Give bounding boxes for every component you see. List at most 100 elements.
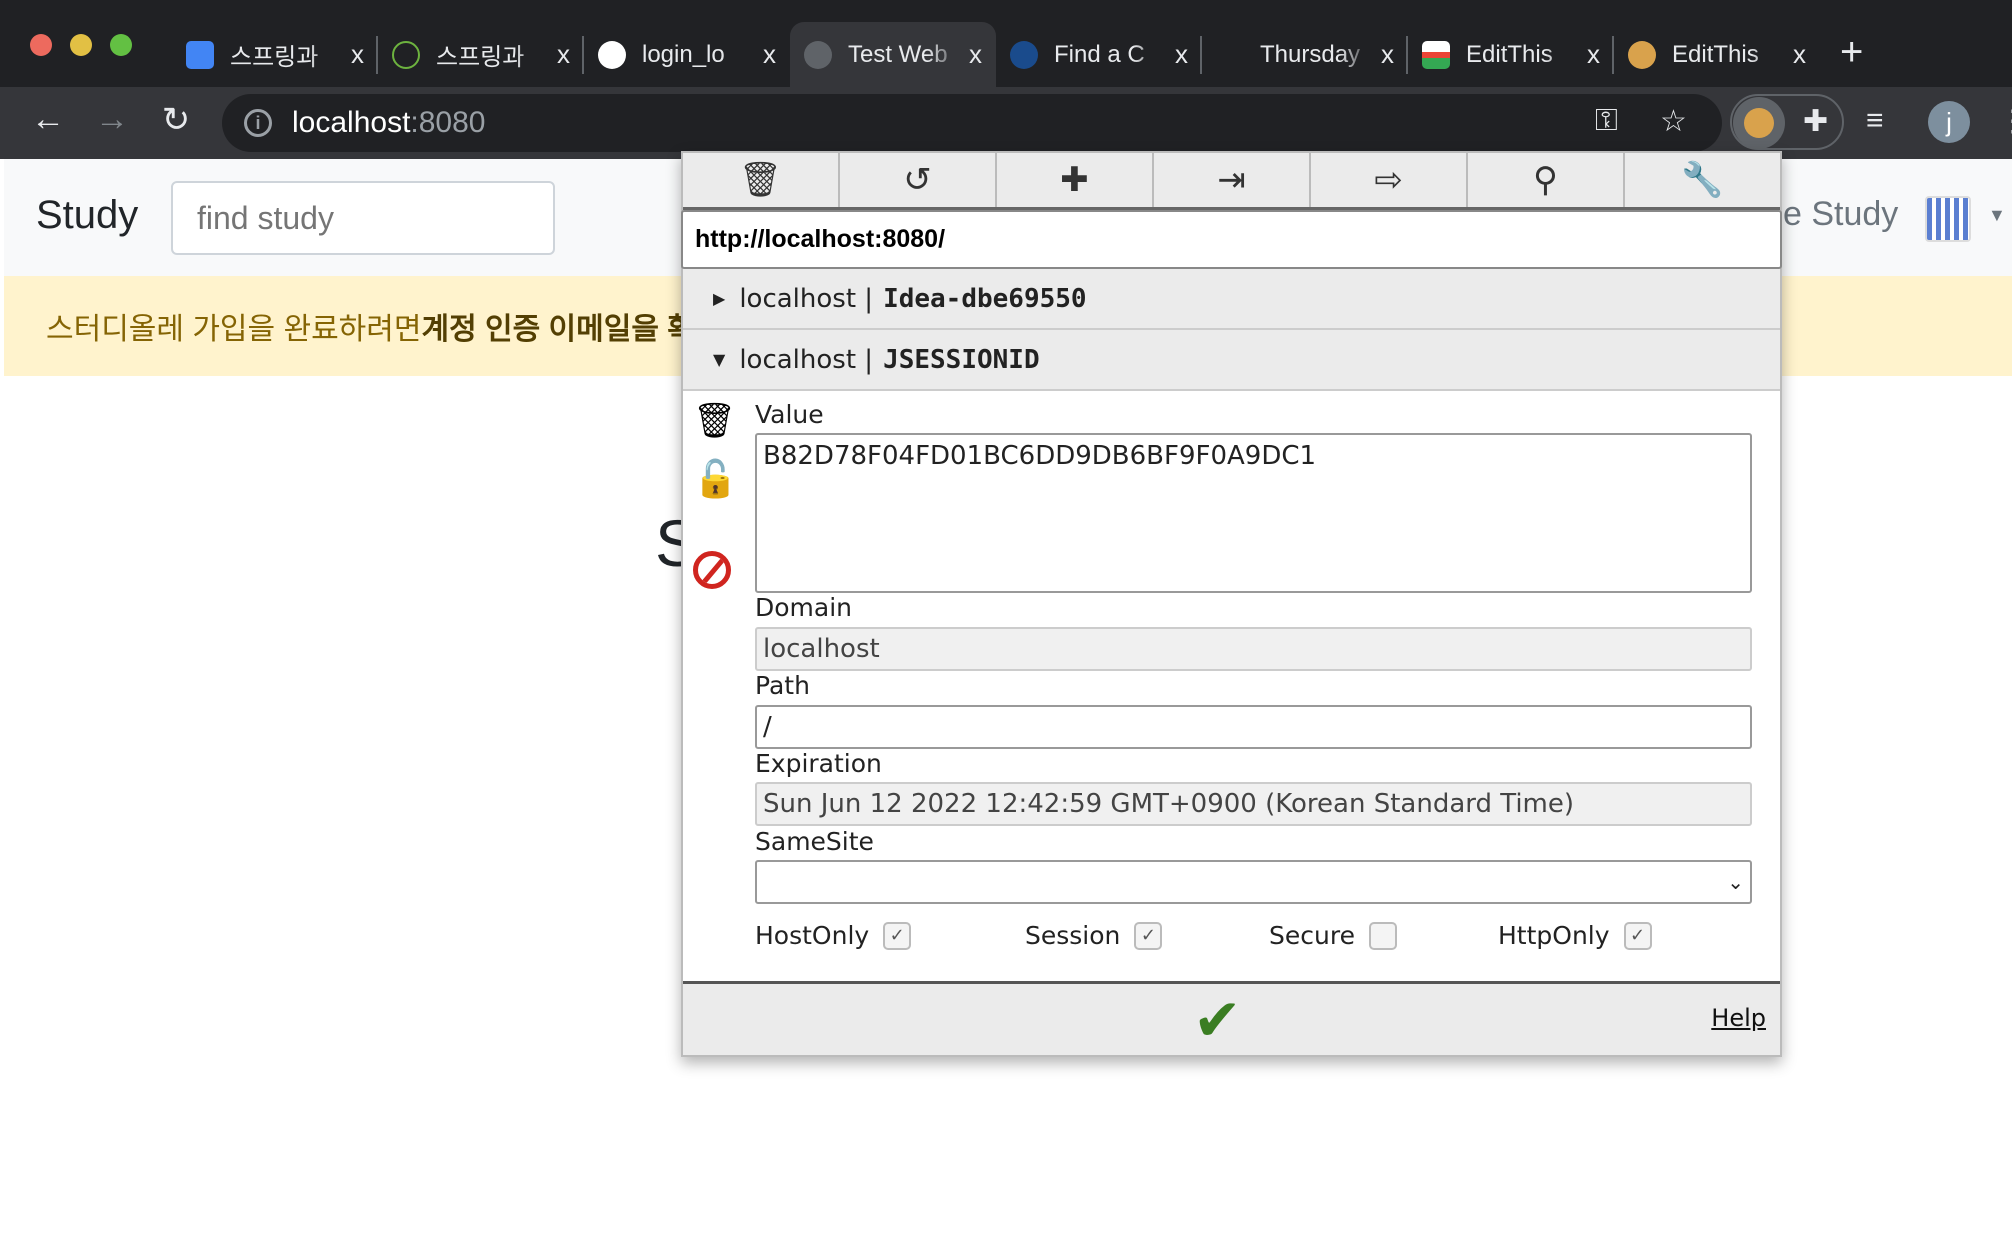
cookie-row[interactable]: ▼ localhost | JSESSIONID — [683, 330, 1780, 391]
nav-link-study[interactable]: e Study — [1783, 195, 1898, 234]
undo-icon: ↺ — [903, 160, 932, 200]
globe-icon — [804, 40, 832, 69]
popup-footer: ✔ Help — [683, 981, 1780, 1055]
address-host: localhost — [292, 106, 411, 139]
expiration-input[interactable]: Sun Jun 12 2022 12:42:59 GMT+0900 (Korea… — [755, 782, 1752, 826]
address-bar[interactable]: i localhost:8080 — [222, 94, 1722, 152]
secure-checkbox[interactable]: Secure — [1269, 921, 1397, 950]
tab-title: EditThis — [1672, 40, 1759, 68]
hostonly-checkbox[interactable]: HostOnly ✓ — [755, 921, 912, 950]
help-link[interactable]: Help — [1711, 1004, 1766, 1032]
tab-close-button[interactable]: x — [763, 39, 776, 70]
checkmark-icon[interactable]: ✓ — [1134, 921, 1163, 950]
value-label: Value — [755, 400, 824, 429]
tab-title: EditThis — [1466, 40, 1553, 68]
checkbox-label: HttpOnly — [1498, 921, 1610, 950]
empty-checkbox[interactable] — [1368, 921, 1397, 950]
bookmark-star-icon[interactable]: ☆ — [1660, 104, 1687, 139]
close-window-button[interactable] — [30, 34, 52, 56]
minimize-window-button[interactable] — [70, 34, 92, 56]
block-icon[interactable] — [693, 551, 731, 589]
user-avatar-icon[interactable] — [1925, 196, 1971, 242]
httponly-checkbox[interactable]: HttpOnly ✓ — [1498, 921, 1652, 950]
tab-close-button[interactable]: x — [1587, 39, 1600, 70]
expiration-label: Expiration — [755, 749, 882, 778]
tab-title: 스프링과 — [230, 44, 319, 71]
reload-button[interactable]: ↻ — [153, 100, 199, 140]
brand-link[interactable]: Study — [36, 193, 138, 238]
cookie-toolbar: 🗑 ↺ ✚ ⇥ ⇨ ⚲ 🔧 — [683, 153, 1780, 210]
reset-button[interactable]: ↺ — [840, 153, 997, 207]
tab-close-button[interactable]: x — [1175, 39, 1188, 70]
docs-icon — [186, 40, 214, 69]
menu-icon[interactable]: ⋮ — [1998, 104, 2012, 139]
checkmark-icon[interactable]: ✓ — [1623, 921, 1652, 950]
search-button[interactable]: ⚲ — [1468, 153, 1625, 207]
tab-close-button[interactable]: x — [1381, 39, 1394, 70]
url-field[interactable]: http://localhost:8080/ — [681, 210, 1782, 269]
checkmark-icon[interactable]: ✓ — [883, 921, 912, 950]
add-cookie-button[interactable]: ✚ — [997, 153, 1154, 207]
browser-tab[interactable]: Thursday x — [1202, 22, 1408, 87]
import-button[interactable]: ⇥ — [1154, 153, 1311, 207]
trash-icon: 🗑 — [738, 160, 783, 200]
browser-tab[interactable]: EditThis x — [1614, 22, 1820, 87]
maximize-window-button[interactable] — [110, 34, 132, 56]
chrome-store-icon — [1422, 40, 1450, 69]
sign-in-icon: ⇥ — [1217, 160, 1246, 200]
options-button[interactable]: 🔧 — [1625, 153, 1780, 207]
browser-tab[interactable]: Find a C x — [996, 22, 1202, 87]
tab-close-button[interactable]: x — [969, 39, 982, 70]
cookie-name: JSESSIONID — [883, 344, 1040, 375]
profile-avatar[interactable]: j — [1928, 101, 1970, 143]
browser-tab[interactable]: login_lo x — [584, 22, 790, 87]
cookie-extension-button[interactable] — [1733, 97, 1785, 149]
tab-close-button[interactable]: x — [1793, 39, 1806, 70]
alert-emphasis: 계정 인증 이메일을 확 — [421, 313, 695, 346]
wrench-icon: 🔧 — [1681, 160, 1724, 200]
browser-tab[interactable]: 스프링과 x — [378, 22, 584, 87]
github-icon — [598, 40, 626, 69]
spring-icon — [392, 40, 420, 69]
checkbox-label: Session — [1025, 921, 1121, 950]
browser-tab[interactable]: EditThis x — [1408, 22, 1614, 87]
key-icon[interactable]: ⚿ — [1595, 104, 1618, 138]
search-input[interactable] — [171, 181, 555, 255]
sign-out-icon: ⇨ — [1374, 160, 1403, 200]
cookie-name: Idea-dbe69550 — [883, 283, 1087, 314]
samesite-select[interactable]: ⌄ — [755, 860, 1752, 904]
new-tab-button[interactable]: + — [1840, 30, 1863, 75]
forward-button[interactable]: → — [89, 100, 135, 139]
cookie-row[interactable]: ▶ localhost | Idea-dbe69550 — [683, 269, 1780, 330]
delete-cookie-icon[interactable]: 🗑 — [693, 401, 736, 441]
path-input[interactable]: / — [755, 705, 1752, 749]
search-icon: ⚲ — [1533, 160, 1558, 200]
toastmasters-icon — [1010, 40, 1038, 69]
tab-close-button[interactable]: x — [351, 39, 364, 70]
save-checkmark-icon[interactable]: ✔ — [1193, 986, 1242, 1054]
extensions-puzzle-icon[interactable]: ✚ — [1803, 104, 1828, 139]
tab-title: Thursday — [1260, 40, 1361, 68]
session-checkbox[interactable]: Session ✓ — [1025, 921, 1163, 950]
back-button[interactable]: ← — [25, 100, 71, 139]
tab-title: Find a C — [1054, 40, 1145, 68]
browser-tab[interactable]: 스프링과 x — [172, 22, 378, 87]
cookie-domain: localhost — [739, 283, 857, 314]
value-textarea[interactable]: B82D78F04FD01BC6DD9DB6BF9F0A9DC1 — [755, 433, 1752, 593]
tab-close-button[interactable]: x — [557, 39, 570, 70]
path-label: Path — [755, 671, 810, 700]
info-icon[interactable]: i — [244, 109, 272, 137]
caret-right-icon: ▶ — [713, 289, 726, 308]
export-button[interactable]: ⇨ — [1311, 153, 1468, 207]
checkbox-label: HostOnly — [755, 921, 870, 950]
unlock-icon[interactable]: 🔓 — [693, 458, 738, 500]
plus-icon: ✚ — [1060, 160, 1089, 200]
tab-title: 스프링과 — [436, 44, 525, 71]
dropdown-caret-icon[interactable]: ▼ — [1988, 205, 2006, 226]
domain-input[interactable]: localhost — [755, 627, 1752, 671]
samesite-label: SameSite — [755, 827, 874, 856]
browser-tab[interactable]: Test Web x — [790, 22, 996, 87]
delete-all-button[interactable]: 🗑 — [683, 153, 840, 207]
domain-label: Domain — [755, 593, 853, 622]
media-control-icon[interactable]: ≡ — [1866, 104, 1884, 138]
